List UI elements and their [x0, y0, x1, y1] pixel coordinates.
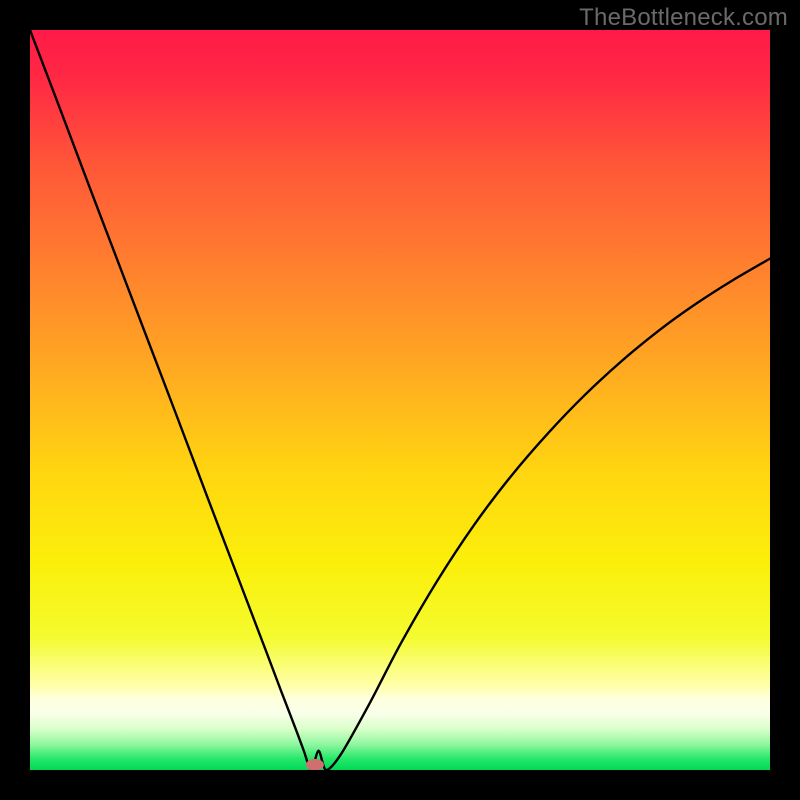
- bottleneck-chart: [30, 30, 770, 770]
- watermark-text: TheBottleneck.com: [579, 4, 788, 32]
- gradient-background: [30, 30, 770, 770]
- chart-frame: TheBottleneck.com: [0, 0, 800, 800]
- plot-area: [30, 30, 770, 770]
